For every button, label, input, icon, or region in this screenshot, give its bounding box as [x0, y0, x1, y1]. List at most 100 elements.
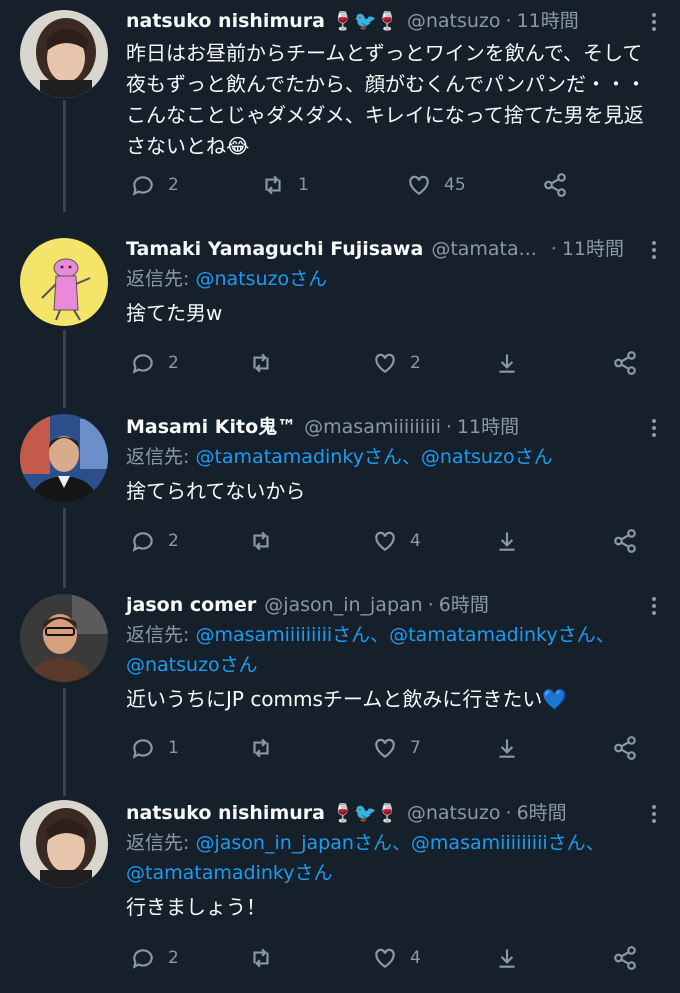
retweet-icon — [253, 738, 269, 758]
timestamp[interactable]: 11時間 — [562, 234, 624, 264]
tweet-actions: 2 1 45 — [130, 165, 650, 205]
tweet-actions: 2 2 — [130, 343, 650, 383]
like-button[interactable]: 4 — [372, 945, 430, 971]
reply-button[interactable]: 2 — [130, 350, 188, 376]
reply-icon — [132, 739, 153, 759]
tweet[interactable]: jason comer @jason_in_japan · 6時間 返信先: @… — [0, 580, 680, 780]
author-handle[interactable]: @masamiiiiiiiii — [304, 412, 441, 442]
more-icon[interactable] — [644, 594, 664, 618]
reply-to-link[interactable]: @natsuzoさん — [195, 268, 327, 290]
like-count: 4 — [410, 531, 421, 551]
avatar[interactable] — [20, 594, 108, 682]
share-icon — [544, 173, 566, 197]
heart-icon — [409, 175, 429, 195]
reply-to: 返信先: @natsuzoさん — [126, 268, 328, 290]
author-name[interactable]: jason comer — [126, 590, 256, 620]
author-name[interactable]: Tamaki Yamaguchi Fujisawa — [126, 234, 423, 264]
reply-icon — [132, 949, 153, 969]
like-button[interactable]: 7 — [372, 735, 430, 761]
reply-button[interactable]: 1 — [130, 735, 188, 761]
heart-icon — [375, 738, 395, 758]
timestamp[interactable]: 6時間 — [517, 798, 567, 828]
tweet-text: 昨日はお昼前からチームとずっとワインを飲んで、そして夜もずっと飲んでたから、顔が… — [126, 41, 646, 158]
reply-count: 2 — [168, 948, 179, 968]
share-button[interactable] — [612, 528, 650, 554]
share-icon — [614, 351, 636, 375]
tweet[interactable]: Masami Kito鬼™ @masamiiiiiiiii · 11時間 返信先… — [0, 402, 680, 572]
bookmark-button[interactable] — [494, 945, 532, 971]
heart-icon — [375, 948, 395, 968]
author-name[interactable]: natsuko nishimura 🍷🐦🍷 — [126, 798, 399, 829]
timestamp[interactable]: 11時間 — [457, 412, 519, 442]
avatar-photo — [20, 414, 108, 502]
author-name[interactable]: natsuko nishimura 🍷🐦🍷 — [126, 6, 399, 37]
more-icon[interactable] — [644, 416, 664, 440]
author-handle[interactable]: @jason_in_japan — [264, 590, 422, 620]
timestamp[interactable]: 6時間 — [439, 590, 489, 620]
author-handle[interactable]: @tamata... — [431, 234, 536, 264]
reply-to: 返信先: @tamatamadinkyさん、@natsuzoさん — [126, 446, 553, 468]
download-icon — [499, 354, 515, 373]
tweet[interactable]: natsuko nishimura 🍷🐦🍷 @natsuzo · 6時間 返信先… — [0, 790, 680, 993]
share-icon — [614, 946, 636, 970]
share-icon — [614, 529, 636, 553]
like-count: 7 — [410, 738, 421, 758]
more-icon[interactable] — [644, 238, 664, 262]
reply-to-link[interactable]: @tamatamadinkyさん、@natsuzoさん — [195, 446, 552, 468]
retweet-icon — [253, 353, 269, 373]
retweet-button[interactable] — [248, 350, 286, 376]
retweet-button[interactable] — [248, 528, 286, 554]
reply-count: 2 — [168, 531, 179, 551]
reply-button[interactable]: 2 — [130, 945, 188, 971]
like-button[interactable]: 45 — [406, 172, 466, 198]
share-button[interactable] — [612, 945, 650, 971]
retweet-icon — [253, 531, 269, 551]
heart-icon — [375, 531, 395, 551]
tweet[interactable]: natsuko nishimura 🍷🐦🍷 @natsuzo · 11時間 昨日… — [0, 0, 680, 220]
like-button[interactable]: 4 — [372, 528, 430, 554]
separator-dot: · — [445, 416, 452, 438]
bookmark-button[interactable] — [494, 528, 532, 554]
timestamp[interactable]: 11時間 — [517, 6, 579, 36]
avatar[interactable] — [20, 10, 108, 98]
separator-dot: · — [505, 802, 512, 824]
reply-icon — [132, 354, 153, 374]
separator-dot: · — [427, 594, 434, 616]
like-count: 4 — [410, 948, 421, 968]
more-icon[interactable] — [644, 802, 664, 826]
reply-to-link[interactable]: @masamiiiiiiiiiさん、@tamatamadinkyさん、@nats… — [126, 624, 615, 676]
like-count: 45 — [444, 175, 466, 195]
reply-icon — [132, 532, 153, 552]
reply-button[interactable]: 2 — [130, 172, 188, 198]
bookmark-button[interactable] — [494, 350, 532, 376]
separator-dot: · — [550, 238, 557, 260]
avatar-photo — [20, 800, 108, 888]
share-button[interactable] — [542, 172, 580, 198]
avatar[interactable] — [20, 238, 108, 326]
retweet-icon — [265, 175, 281, 195]
avatar[interactable] — [20, 414, 108, 502]
tweet[interactable]: Tamaki Yamaguchi Fujisawa @tamata... · 1… — [0, 224, 680, 394]
author-name[interactable]: Masami Kito鬼™ — [126, 412, 296, 442]
retweet-button[interactable]: 1 — [260, 172, 318, 198]
tweet-text: 近いうちにJP commsチームと飲みに行きたい💙 — [126, 687, 568, 711]
share-button[interactable] — [612, 350, 650, 376]
download-icon — [499, 949, 515, 968]
reply-button[interactable]: 2 — [130, 528, 188, 554]
avatar[interactable] — [20, 800, 108, 888]
bookmark-button[interactable] — [494, 735, 532, 761]
download-icon — [499, 532, 515, 551]
more-icon[interactable] — [644, 10, 664, 34]
reply-to-link[interactable]: @jason_in_japanさん、@masamiiiiiiiiiさん、@tam… — [126, 832, 605, 884]
separator-dot: · — [505, 10, 512, 32]
tweet-text: 行きましょう！ — [126, 895, 266, 919]
share-icon — [614, 736, 636, 760]
retweet-button[interactable] — [248, 945, 286, 971]
tweet-actions: 2 4 — [130, 521, 650, 561]
retweet-button[interactable] — [248, 735, 286, 761]
reply-icon — [132, 176, 153, 196]
like-button[interactable]: 2 — [372, 350, 430, 376]
author-handle[interactable]: @natsuzo — [407, 6, 501, 36]
author-handle[interactable]: @natsuzo — [407, 798, 501, 828]
share-button[interactable] — [612, 735, 650, 761]
